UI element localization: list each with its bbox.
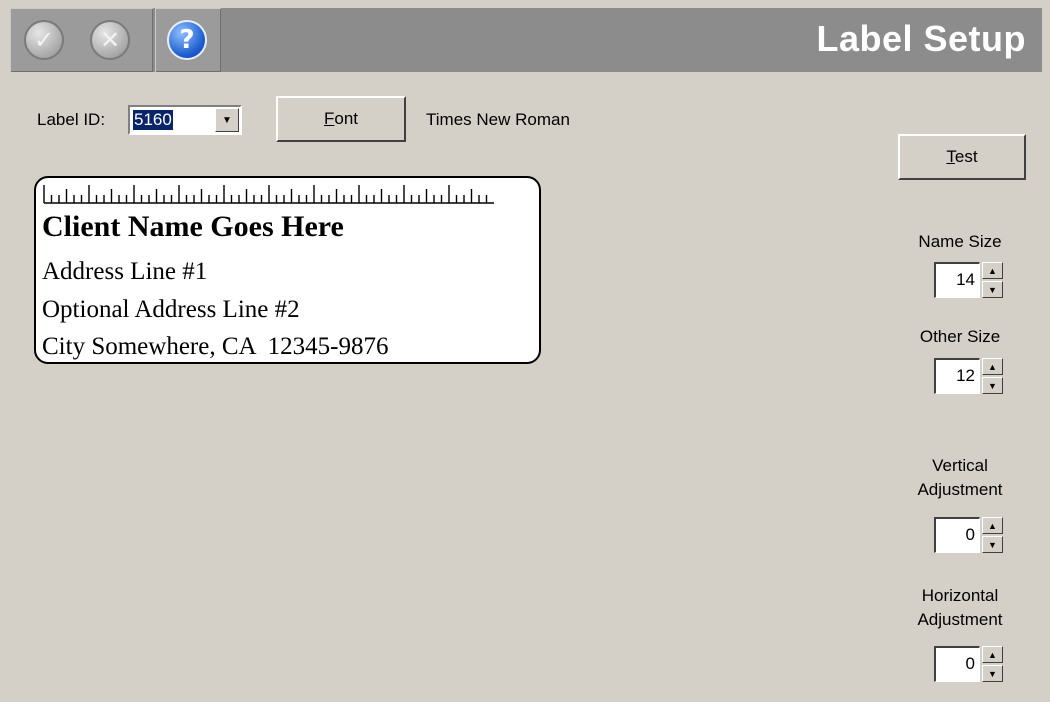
spin-up-icon[interactable]: ▲ <box>982 262 1003 279</box>
horizontal-label-line-2: Adjustment <box>917 610 1003 629</box>
preview-address-line-1: Address Line #1 <box>42 258 208 285</box>
spin-up-icon[interactable]: ▲ <box>982 646 1003 663</box>
horizontal-adjustment-spinner[interactable]: 0 ▲ ▼ <box>934 646 1003 682</box>
label-id-combo[interactable]: 5160 ▼ <box>128 105 242 135</box>
window-title: Label Setup <box>816 18 1026 59</box>
name-size-spinner[interactable]: 14 ▲ ▼ <box>934 262 1003 298</box>
preview-client-name: Client Name Goes Here <box>42 210 344 243</box>
spin-down-icon[interactable]: ▼ <box>982 665 1003 682</box>
ruler-graphic <box>43 185 494 204</box>
help-icon[interactable]: ? <box>167 20 207 60</box>
label-id-value: 5160 <box>133 110 173 130</box>
current-font-name: Times New Roman <box>426 110 570 129</box>
test-button-access-key: T <box>946 147 955 166</box>
toolbar-help: ? <box>155 8 221 72</box>
spin-down-icon[interactable]: ▼ <box>982 281 1003 298</box>
test-button-label: est <box>954 147 978 166</box>
test-button[interactable]: Test <box>898 134 1026 180</box>
spin-up-icon[interactable]: ▲ <box>982 517 1003 534</box>
name-size-label: Name Size <box>918 232 1002 251</box>
cancel-circle-icon[interactable]: ✕ <box>90 20 130 60</box>
font-button-label: ont <box>334 109 359 128</box>
label-setup-window: ✓ ✕ ? Label Setup Label ID: 5160 ▼ Font … <box>0 0 1050 702</box>
font-button-access-key: F <box>323 109 335 128</box>
label-preview: Client Name Goes Here Address Line #1 Op… <box>34 176 541 364</box>
horizontal-label-line-1: Horizontal <box>921 586 999 605</box>
other-size-label: Other Size <box>919 327 1001 346</box>
vertical-adjustment-value[interactable]: 0 <box>934 517 980 553</box>
preview-address-line-2: Optional Address Line #2 <box>42 296 300 323</box>
vertical-adjustment-spinner[interactable]: 0 ▲ ▼ <box>934 517 1003 553</box>
spin-down-icon[interactable]: ▼ <box>982 377 1003 394</box>
horizontal-adjustment-value[interactable]: 0 <box>934 646 980 682</box>
other-size-spinner[interactable]: 12 ▲ ▼ <box>934 358 1003 394</box>
check-circle-icon[interactable]: ✓ <box>24 20 64 60</box>
other-size-value[interactable]: 12 <box>934 358 980 394</box>
toolbar-actions: ✓ ✕ <box>10 8 153 72</box>
spin-up-icon[interactable]: ▲ <box>982 358 1003 375</box>
vertical-adjustment-label: Vertical Adjustment <box>895 454 1025 502</box>
dropdown-arrow-icon[interactable]: ▼ <box>215 108 239 132</box>
preview-city-line: City Somewhere, CA 12345-9876 <box>42 333 389 360</box>
vertical-label-line-1: Vertical <box>932 456 988 475</box>
title-bar: ✓ ✕ ? Label Setup <box>10 8 1042 72</box>
label-id-caption: Label ID: <box>37 110 106 129</box>
spin-down-icon[interactable]: ▼ <box>982 536 1003 553</box>
name-size-value[interactable]: 14 <box>934 262 980 298</box>
horizontal-adjustment-label: Horizontal Adjustment <box>895 584 1025 632</box>
font-button[interactable]: Font <box>276 96 406 142</box>
vertical-label-line-2: Adjustment <box>917 480 1003 499</box>
